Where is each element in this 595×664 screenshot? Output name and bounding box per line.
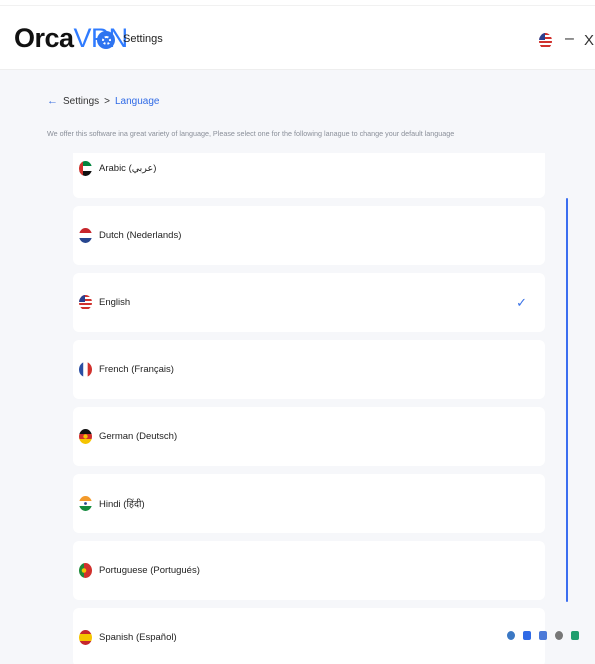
tray-vpn-icon[interactable] xyxy=(507,630,515,640)
tray-chrome-icon[interactable] xyxy=(555,630,563,640)
france-flag-icon xyxy=(79,362,92,377)
language-item-german[interactable]: German (Deutsch) xyxy=(73,407,545,466)
language-item-dutch[interactable]: Dutch (Nederlands) xyxy=(73,206,545,265)
us-flag-icon[interactable] xyxy=(539,33,552,49)
germany-flag-icon xyxy=(79,429,92,444)
language-item-hindi[interactable]: Hindi (हिंदी) xyxy=(73,474,545,533)
header-title: Settings xyxy=(123,33,163,45)
app-header: OrcaVPN Settings – X xyxy=(0,6,595,70)
settings-content: ← Settings > Language We offer this soft… xyxy=(0,70,595,664)
breadcrumb-separator: > xyxy=(104,95,110,107)
language-label: Arabic (عربي) xyxy=(99,163,157,174)
language-label: French (Français) xyxy=(99,364,174,375)
tray-windows-icon[interactable] xyxy=(523,630,531,640)
language-label: English xyxy=(99,297,131,308)
language-label: Portuguese (Portugués) xyxy=(99,565,200,576)
language-item-arabic[interactable]: Arabic (عربي) xyxy=(73,153,545,198)
system-tray xyxy=(504,625,595,645)
language-label: Spanish (Español) xyxy=(99,632,177,643)
breadcrumb: ← Settings > Language xyxy=(47,95,159,107)
language-label: German (Deutsch) xyxy=(99,431,178,442)
close-button[interactable]: X xyxy=(584,32,594,49)
portugal-flag-icon xyxy=(79,563,92,578)
language-item-spanish[interactable]: Spanish (Español) xyxy=(73,608,545,664)
language-item-portuguese[interactable]: Portuguese (Portugués) xyxy=(73,541,545,600)
logo-primary: Orca xyxy=(14,22,74,53)
india-flag-icon xyxy=(79,496,92,511)
language-list: Arabic (عربي) Dutch (Nederlands) English… xyxy=(47,153,569,664)
tray-app-icon[interactable] xyxy=(539,630,547,640)
back-arrow-icon[interactable]: ← xyxy=(47,95,58,107)
language-item-english[interactable]: English ✓ xyxy=(73,273,545,332)
language-description: We offer this software ina great variety… xyxy=(47,129,455,138)
settings-gear-icon xyxy=(97,31,115,49)
language-label: Dutch (Nederlands) xyxy=(99,230,182,241)
tray-shield-icon[interactable] xyxy=(571,630,579,640)
spain-flag-icon xyxy=(79,630,92,645)
uae-flag-icon xyxy=(79,161,92,176)
breadcrumb-current: Language xyxy=(114,95,160,107)
language-label: Hindi (हिंदी) xyxy=(99,499,145,510)
language-list-scrollbar[interactable] xyxy=(566,198,568,602)
language-item-french[interactable]: French (Français) xyxy=(73,340,545,399)
us-flag-icon xyxy=(79,295,92,310)
selected-check-icon: ✓ xyxy=(516,294,527,310)
breadcrumb-settings-link[interactable]: Settings xyxy=(63,96,99,107)
minimize-button[interactable]: – xyxy=(565,30,574,48)
netherlands-flag-icon xyxy=(79,228,92,243)
